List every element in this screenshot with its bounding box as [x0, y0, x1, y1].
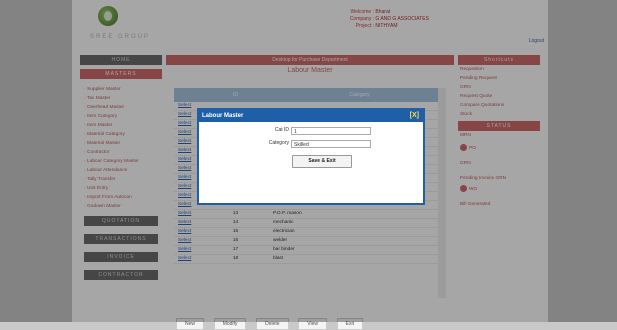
labour-master-dialog: Labour Master [X] Cat ID 1 Category Skil… [197, 108, 425, 205]
dialog-titlebar: Labour Master [X] [199, 110, 423, 122]
category-field-row: Category Skilled [199, 140, 423, 150]
catid-label: Cat ID [274, 127, 289, 133]
catid-input[interactable]: 1 [291, 127, 371, 135]
dialog-title: Labour Master [202, 113, 244, 119]
close-button[interactable]: [X] [410, 110, 419, 122]
catid-field-row: Cat ID 1 [199, 127, 423, 137]
category-input[interactable]: Skilled [291, 140, 371, 148]
category-label: Category [268, 140, 289, 146]
save-exit-button[interactable]: Save & Exit [292, 155, 352, 168]
